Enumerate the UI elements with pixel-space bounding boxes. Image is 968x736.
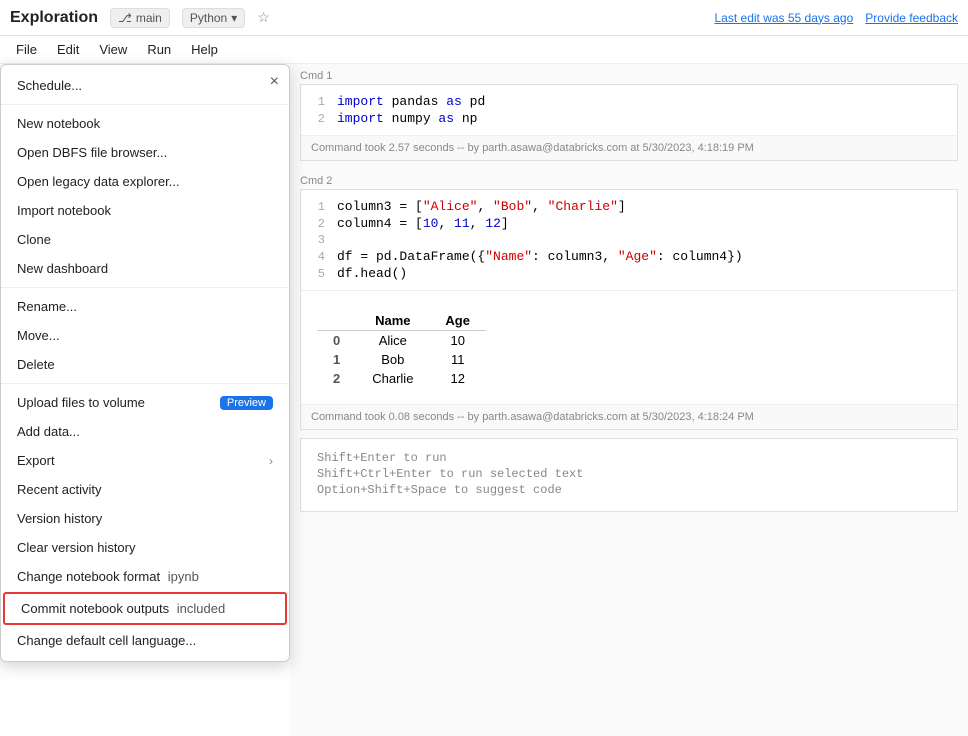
- code-area: Cmd 1 1 import pandas as pd 2 import num…: [290, 64, 968, 736]
- cell-2-label: Cmd 2: [290, 169, 968, 189]
- code-line: 3: [301, 232, 957, 248]
- feedback-link[interactable]: Provide feedback: [865, 11, 958, 25]
- table-header-name: Name: [356, 311, 429, 331]
- dropdown-recent-activity[interactable]: Recent activity: [1, 475, 289, 504]
- app-title: Exploration: [10, 9, 98, 27]
- menu-edit[interactable]: Edit: [49, 40, 87, 59]
- line-number: 4: [301, 250, 337, 264]
- row-index: 0: [317, 331, 356, 351]
- branch-label: main: [136, 11, 162, 25]
- line-number: 1: [301, 200, 337, 214]
- code-line: 4 df = pd.DataFrame({"Name": column3, "A…: [301, 248, 957, 265]
- preview-badge: Preview: [220, 396, 273, 410]
- code-line: 2 column4 = [10, 11, 12]: [301, 215, 957, 232]
- cell-1: Cmd 1 1 import pandas as pd 2 import num…: [290, 64, 968, 161]
- dropdown-delete[interactable]: Delete: [1, 350, 289, 379]
- dropdown-commit-notebook-outputs[interactable]: Commit notebook outputs included: [3, 592, 287, 625]
- dropdown-move[interactable]: Move...: [1, 321, 289, 350]
- cell-name: Bob: [356, 350, 429, 369]
- menu-help[interactable]: Help: [183, 40, 226, 59]
- table-header-age: Age: [429, 311, 486, 331]
- hint-line-1: Shift+Enter to run: [317, 451, 941, 465]
- menu-file[interactable]: File: [8, 40, 45, 59]
- line-content: column4 = [10, 11, 12]: [337, 216, 957, 231]
- cell-age: 12: [429, 369, 486, 388]
- cell-1-code: 1 import pandas as pd 2 import numpy as …: [301, 85, 957, 135]
- dropdown-import-notebook[interactable]: Import notebook: [1, 196, 289, 225]
- output-table: Name Age 0 Alice 10 1: [317, 311, 486, 388]
- line-content: df.head(): [337, 266, 957, 281]
- table-row: 2 Charlie 12: [317, 369, 486, 388]
- hint-line-2: Shift+Ctrl+Enter to run selected text: [317, 467, 941, 481]
- outputs-suffix: included: [177, 601, 225, 616]
- line-content: import pandas as pd: [337, 94, 957, 109]
- language-label: Python: [190, 11, 227, 25]
- format-suffix: ipynb: [168, 569, 199, 584]
- cell-age: 10: [429, 331, 486, 351]
- dropdown-new-dashboard[interactable]: New dashboard: [1, 254, 289, 283]
- last-edit-link[interactable]: Last edit was 55 days ago: [715, 11, 854, 25]
- dropdown-rename[interactable]: Rename...: [1, 292, 289, 321]
- close-icon[interactable]: ×: [270, 73, 279, 91]
- output-table-container: Name Age 0 Alice 10 1: [301, 290, 957, 404]
- branch-icon: ⎇: [118, 11, 132, 25]
- menu-view[interactable]: View: [91, 40, 135, 59]
- code-line: 2 import numpy as np: [301, 110, 957, 127]
- menu-run[interactable]: Run: [139, 40, 179, 59]
- hint-line-3: Option+Shift+Space to suggest code: [317, 483, 941, 497]
- dropdown-open-dbfs[interactable]: Open DBFS file browser...: [1, 138, 289, 167]
- chevron-down-icon: ▾: [231, 11, 237, 25]
- cell-age: 11: [429, 350, 486, 369]
- cell-2-box[interactable]: 1 column3 = ["Alice", "Bob", "Charlie"] …: [300, 189, 958, 430]
- line-content: df = pd.DataFrame({"Name": column3, "Age…: [337, 249, 957, 264]
- dropdown-change-default-language[interactable]: Change default cell language...: [1, 626, 289, 655]
- menu-bar: File Edit View Run Help: [0, 36, 968, 64]
- divider-1: [1, 104, 289, 105]
- language-button[interactable]: Python ▾: [182, 8, 245, 28]
- line-number: 3: [301, 233, 337, 247]
- file-dropdown-menu: × Schedule... New notebook Open DBFS fil…: [0, 64, 290, 662]
- dropdown-change-notebook-format[interactable]: Change notebook format ipynb: [1, 562, 289, 591]
- cell-name: Charlie: [356, 369, 429, 388]
- dropdown-open-legacy[interactable]: Open legacy data explorer...: [1, 167, 289, 196]
- code-line: 1 import pandas as pd: [301, 93, 957, 110]
- line-content: column3 = ["Alice", "Bob", "Charlie"]: [337, 199, 957, 214]
- top-bar: Exploration ⎇ main Python ▾ ☆ Last edit …: [0, 0, 968, 36]
- cell-2: Cmd 2 1 column3 = ["Alice", "Bob", "Char…: [290, 169, 968, 430]
- dropdown-clone[interactable]: Clone: [1, 225, 289, 254]
- table-row: 1 Bob 11: [317, 350, 486, 369]
- table-row: 0 Alice 10: [317, 331, 486, 351]
- dropdown-new-notebook[interactable]: New notebook: [1, 109, 289, 138]
- code-line: 1 column3 = ["Alice", "Bob", "Charlie"]: [301, 198, 957, 215]
- cell-2-code: 1 column3 = ["Alice", "Bob", "Charlie"] …: [301, 190, 957, 290]
- cell-1-box[interactable]: 1 import pandas as pd 2 import numpy as …: [300, 84, 958, 161]
- dropdown-export[interactable]: Export ›: [1, 446, 289, 475]
- code-line: 5 df.head(): [301, 265, 957, 282]
- row-index: 1: [317, 350, 356, 369]
- branch-button[interactable]: ⎇ main: [110, 8, 170, 28]
- cell-1-label: Cmd 1: [290, 64, 968, 84]
- table-header-idx: [317, 311, 356, 331]
- line-number: 2: [301, 112, 337, 126]
- divider-2: [1, 287, 289, 288]
- dropdown-schedule[interactable]: Schedule...: [1, 71, 289, 100]
- chevron-right-icon: ›: [269, 454, 273, 468]
- cell-1-footer: Command took 2.57 seconds -- by parth.as…: [301, 135, 957, 160]
- line-number: 5: [301, 267, 337, 281]
- cell-2-footer: Command took 0.08 seconds -- by parth.as…: [301, 404, 957, 429]
- dropdown-version-history[interactable]: Version history: [1, 504, 289, 533]
- dropdown-clear-version-history[interactable]: Clear version history: [1, 533, 289, 562]
- line-number: 1: [301, 95, 337, 109]
- cell-name: Alice: [356, 331, 429, 351]
- hint-cell[interactable]: Shift+Enter to run Shift+Ctrl+Enter to r…: [300, 438, 958, 512]
- dropdown-add-data[interactable]: Add data...: [1, 417, 289, 446]
- row-index: 2: [317, 369, 356, 388]
- star-button[interactable]: ☆: [257, 9, 270, 26]
- line-number: 2: [301, 217, 337, 231]
- line-content: import numpy as np: [337, 111, 957, 126]
- divider-3: [1, 383, 289, 384]
- dropdown-upload-files[interactable]: Upload files to volume Preview: [1, 388, 289, 417]
